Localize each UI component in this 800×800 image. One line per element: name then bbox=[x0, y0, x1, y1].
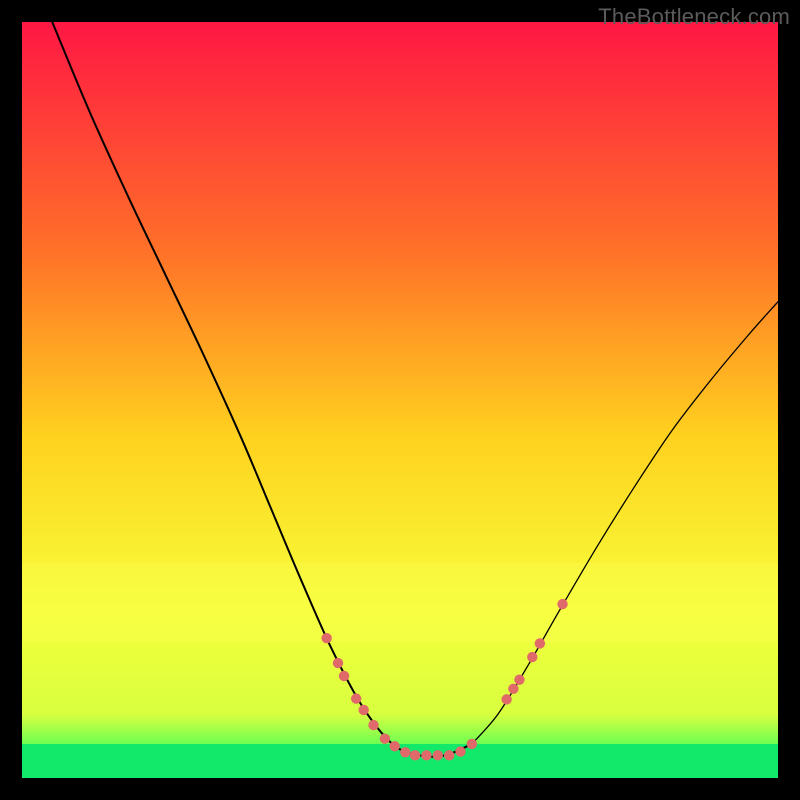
marker-dot bbox=[527, 652, 537, 662]
marker-dot bbox=[557, 599, 567, 609]
marker-dot bbox=[351, 693, 361, 703]
marker-dot bbox=[535, 638, 545, 648]
wide-yellow-band bbox=[22, 563, 778, 642]
marker-dot bbox=[508, 684, 518, 694]
marker-dot bbox=[455, 746, 465, 756]
marker-dot bbox=[321, 633, 331, 643]
marker-dot bbox=[467, 739, 477, 749]
watermark-text: TheBottleneck.com bbox=[598, 4, 790, 30]
bottleneck-curve-chart bbox=[22, 22, 778, 778]
marker-dot bbox=[400, 747, 410, 757]
marker-dot bbox=[333, 658, 343, 668]
marker-dot bbox=[444, 750, 454, 760]
marker-dot bbox=[501, 694, 511, 704]
marker-dot bbox=[433, 750, 443, 760]
marker-dot bbox=[339, 671, 349, 681]
marker-dot bbox=[410, 750, 420, 760]
marker-dot bbox=[359, 705, 369, 715]
marker-dot bbox=[514, 675, 524, 685]
gradient-background bbox=[22, 22, 778, 778]
chart-frame bbox=[22, 22, 778, 778]
marker-dot bbox=[368, 720, 378, 730]
marker-dot bbox=[380, 733, 390, 743]
marker-dot bbox=[390, 741, 400, 751]
marker-dot bbox=[421, 750, 431, 760]
